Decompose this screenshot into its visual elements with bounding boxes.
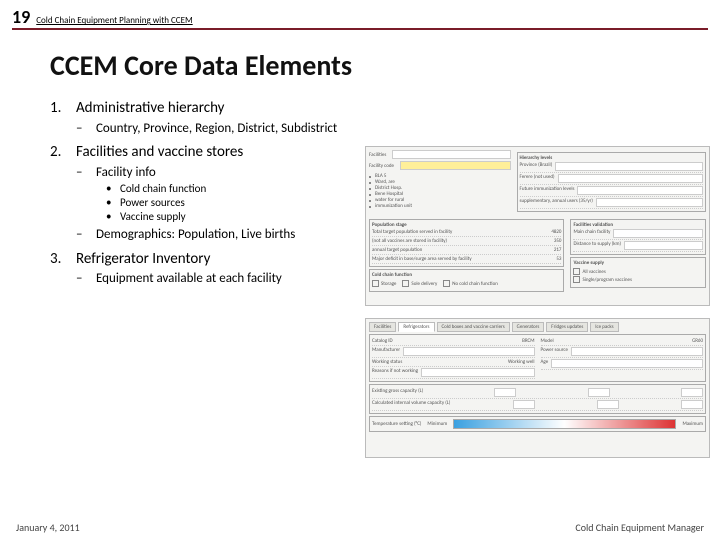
row-label: Future immunization levels (520, 186, 575, 195)
row-label: Distance to supply (km) (573, 241, 621, 250)
outline-label: Administrative hierarchy (76, 99, 224, 119)
tab: Generators (512, 322, 545, 332)
panel-header: Cold chain function (372, 272, 561, 278)
checkbox: Single/program vaccines (573, 276, 703, 283)
outline-dash: – (76, 271, 96, 288)
field (513, 400, 535, 409)
field-label: Catalog ID (372, 338, 393, 344)
row-label: supplementary, annual users (35/yr) (520, 198, 593, 207)
dropdown (392, 150, 510, 159)
field (597, 400, 619, 409)
stat-label: Major deficit in base/surge area served … (372, 256, 472, 262)
field (613, 229, 703, 238)
checkbox: No cold chain function (443, 280, 498, 287)
outline-num: 1. (50, 99, 76, 119)
field-label: Reasons if not working (372, 368, 418, 377)
footer-right: Cold Chain Equipment Manager (575, 521, 704, 534)
checkbox: Sole delivery (402, 280, 437, 287)
checkbox: All vaccines (573, 268, 703, 275)
stat-label: (not all vaccines are stored in facility… (372, 238, 447, 244)
row-label: Province (Brazil) (520, 162, 553, 171)
stat-label: Total target population served in facili… (372, 229, 452, 235)
field (551, 359, 703, 368)
tab: Ice packs (590, 322, 618, 332)
outline-sublabel: Facility info (96, 165, 156, 182)
field-label: Model (541, 338, 554, 344)
field-value: Working well (508, 359, 534, 365)
field-value: GR60 (692, 338, 703, 344)
label: Facilities (369, 152, 386, 158)
bar-label: Temperature setting (°C) (372, 421, 421, 427)
outline-sublabel: Demographics: Population, Live births (96, 227, 295, 244)
temperature-bar (453, 419, 676, 429)
field (558, 174, 703, 183)
bullet-label: Power sources (120, 196, 185, 210)
bullet-dot: • (106, 210, 120, 224)
outline-dash: – (76, 121, 96, 138)
field (681, 388, 703, 397)
tab-active: Refrigerators (398, 322, 434, 332)
field (494, 388, 516, 397)
facilities-form-screenshot: Facilities Facility code BLA 5 Ward, are… (365, 146, 710, 306)
field (571, 347, 703, 356)
field-label: Manufacturer (372, 347, 400, 356)
outline-dash: – (76, 227, 96, 244)
text-field (400, 161, 511, 170)
bullet-label: Vaccine supply (120, 210, 186, 224)
list-item: immunization unit (369, 203, 511, 209)
stat-value: 217 (554, 247, 562, 253)
tab: Fridges updates (546, 322, 588, 332)
outline-sublabel: Equipment available at each facility (96, 271, 282, 288)
field (596, 198, 703, 207)
tab: Cold boxes and vaccine carriers (437, 322, 510, 332)
header-subtitle: Cold Chain Equipment Planning with CCEM (36, 15, 192, 28)
tab: Facilities (369, 322, 396, 332)
footer-date: January 4, 2011 (16, 521, 80, 534)
row-label: Existing gross capacity (L) (372, 388, 423, 397)
stat-value: 4820 (551, 229, 561, 235)
field (555, 162, 703, 171)
stat-value: 53 (556, 256, 561, 262)
outline-list: 1.Administrative hierarchy –Country, Pro… (50, 93, 355, 288)
field-label: Age (541, 359, 549, 368)
field (624, 241, 703, 250)
outline-num: 3. (50, 250, 76, 270)
bullet-dot: • (106, 182, 120, 196)
outline-label: Facilities and vaccine stores (76, 143, 243, 163)
label: Facility code (369, 163, 394, 169)
outline-dash: – (76, 165, 96, 182)
field (577, 186, 703, 195)
bullet-dot: • (106, 196, 120, 210)
outline-label: Refrigerator Inventory (76, 250, 210, 270)
field (681, 400, 703, 409)
stat-value: 350 (554, 238, 562, 244)
field (588, 388, 610, 397)
field-label: Working status (372, 359, 402, 365)
refrigerators-form-screenshot: Facilities Refrigerators Cold boxes and … (365, 318, 710, 458)
slide-header: 19 Cold Chain Equipment Planning with CC… (12, 6, 708, 30)
panel-header: Vaccine supply (573, 260, 703, 266)
slide-title: CCEM Core Data Elements (50, 48, 720, 83)
row-label: Ferere (not used) (520, 174, 555, 183)
bullet-label: Cold chain function (120, 182, 206, 196)
bar-min: Minimum (427, 421, 447, 427)
row-label: Main chain facility (573, 229, 610, 238)
outline-sublabel: Country, Province, Region, District, Sub… (96, 121, 337, 138)
page-number: 19 (12, 6, 30, 28)
field-label: Power source (541, 347, 568, 356)
bar-max: Maximum (682, 421, 703, 427)
field (403, 347, 534, 356)
outline-num: 2. (50, 143, 76, 163)
row-label: Calculated internal volume capacity (L) (372, 400, 450, 409)
stat-label: annual target population (372, 247, 422, 253)
field (421, 368, 535, 377)
checkbox: Storage (372, 280, 396, 287)
field-value: BRCM (522, 338, 534, 344)
